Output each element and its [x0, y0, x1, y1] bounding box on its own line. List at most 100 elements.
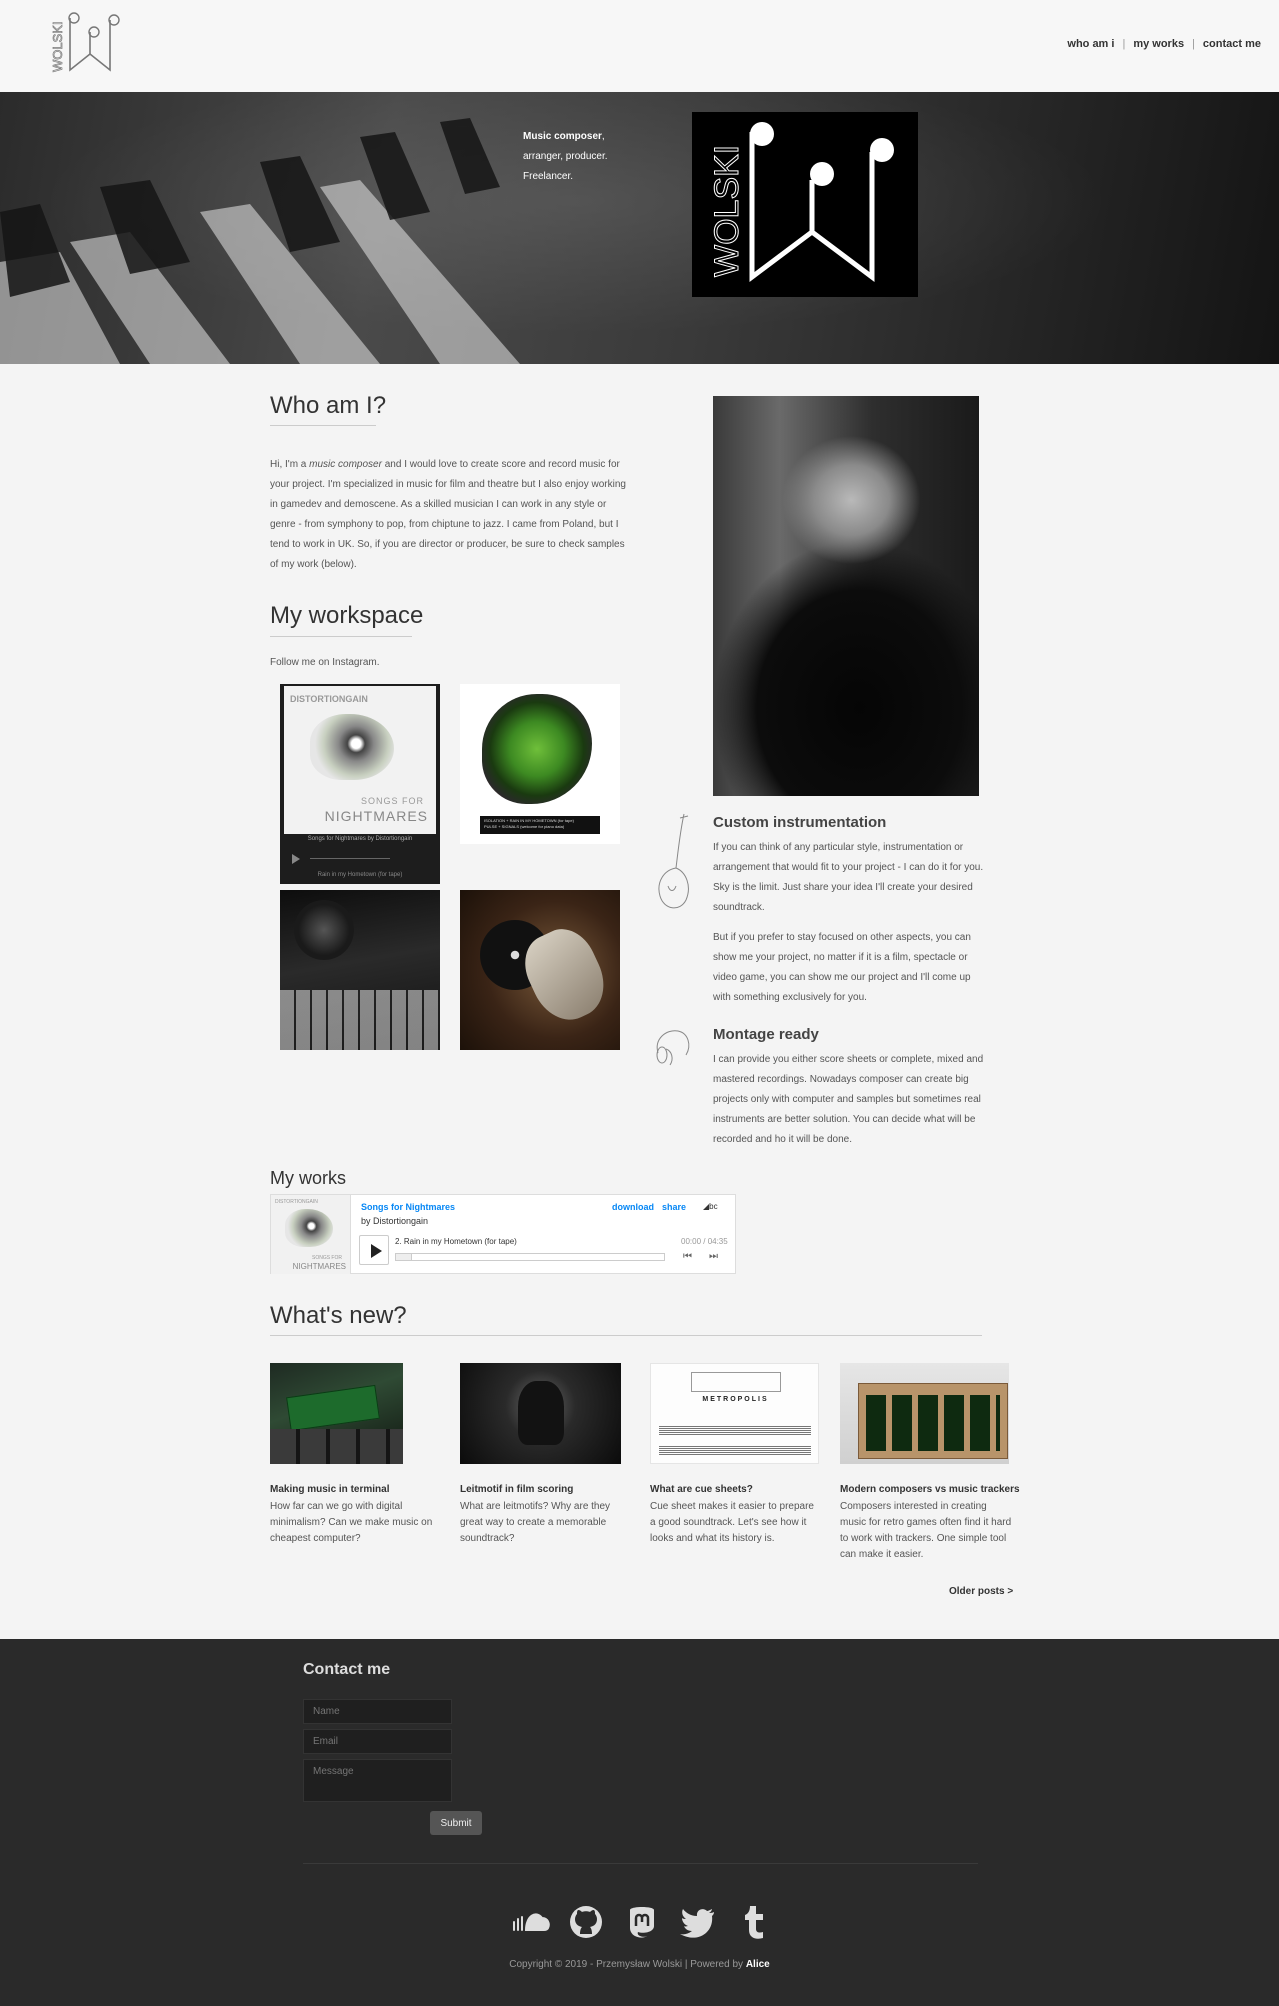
album-title-link[interactable]: Songs for Nightmares [361, 1202, 455, 1212]
wolski-logo-icon[interactable]: WOLSKI [50, 10, 126, 76]
email-field[interactable] [303, 1729, 452, 1754]
hero-logo-box: WOLSKI [692, 112, 918, 297]
svg-text:WOLSKI: WOLSKI [50, 21, 65, 72]
share-link[interactable]: share [662, 1202, 686, 1212]
sheet-title: METROPOLIS [702, 1396, 769, 1403]
who-am-i-heading: Who am I? [270, 392, 387, 419]
instagram-tile-leaf-cover[interactable]: ISOLATION + RAIN IN MY HOMETOWN (for tap… [460, 684, 620, 844]
github-icon[interactable] [566, 1904, 606, 1940]
album-nightmares: NIGHTMARES [324, 808, 428, 824]
track-time: 00:00 / 04:35 [681, 1237, 728, 1246]
post-title-trackers[interactable]: Modern composers vs music trackers [840, 1484, 1020, 1495]
copyright-text: Copyright © 2019 - Przemysław Wolski | P… [0, 1959, 1279, 1970]
nav-who-am-i[interactable]: who am i [1067, 38, 1114, 50]
instagram-tile-piano-photo[interactable] [280, 890, 440, 1050]
who-text-part: Hi, I'm a [270, 459, 310, 470]
older-posts-link[interactable]: Older posts > [949, 1586, 1013, 1597]
copyright-line: Copyright © 2019 - Przemysław Wolski | P… [509, 1959, 746, 1970]
download-link[interactable]: download [612, 1202, 654, 1212]
wolski-logo-large-icon: WOLSKI [708, 122, 894, 282]
player-cover-art[interactable]: DISTORTIONGAIN SONGS FOR NIGHTMARES [271, 1195, 351, 1274]
heading-underline [270, 636, 412, 637]
tumblr-icon[interactable] [734, 1904, 774, 1940]
post-excerpt-terminal: How far can we go with digital minimalis… [270, 1501, 433, 1544]
twitter-icon[interactable] [678, 1904, 718, 1940]
svg-text:WOLSKI: WOLSKI [708, 145, 746, 277]
cover-strip-line: PULSE + SIGNALS (welcome for piano data) [484, 824, 565, 829]
photo-detail [294, 900, 354, 960]
music-staff [659, 1426, 811, 1436]
album-art: DISTORTIONGAIN SONGS FOR NIGHTMARES [284, 686, 436, 834]
post-excerpt-leitmotif: What are leitmotifs? Why are they great … [460, 1501, 611, 1544]
bandcamp-player: DISTORTIONGAIN SONGS FOR NIGHTMARES Song… [270, 1194, 736, 1274]
hero-line1-tail: , [601, 131, 605, 142]
who-am-i-text: Hi, I'm a music composer and I would lov… [270, 455, 628, 575]
heading-underline [270, 1335, 982, 1336]
soundcloud-icon[interactable] [510, 1904, 550, 1940]
my-workspace-heading: My workspace [270, 602, 424, 629]
site-footer: Contact me Submit Copyright © 2019 - Prz… [0, 1639, 1279, 2006]
submit-button[interactable]: Submit [430, 1811, 482, 1835]
play-icon [371, 1244, 382, 1258]
post-excerpt-trackers: Composers interested in creating music f… [840, 1501, 1012, 1560]
footer-divider [303, 1863, 978, 1864]
keyboard-keys [270, 1429, 403, 1464]
custom-instrumentation-heading: Custom instrumentation [713, 814, 887, 831]
post-image-cue-sheets[interactable]: METROPOLIS [650, 1363, 819, 1464]
tile-caption: Songs for Nightmares by Distortiongain [307, 836, 413, 842]
previous-track-icon[interactable]: ⏮ [683, 1251, 692, 1262]
cover-label: DISTORTIONGAIN [275, 1199, 318, 1205]
track-title: 2. Rain in my Hometown (for tape) [395, 1237, 517, 1246]
nav-my-works[interactable]: my works [1133, 38, 1184, 50]
nav-separator: | [1192, 38, 1195, 50]
hero-line3: Freelancer. [523, 171, 574, 182]
montage-ready-heading: Montage ready [713, 1026, 819, 1043]
dark-figure [518, 1381, 564, 1445]
powered-by-link[interactable]: Alice [746, 1959, 770, 1970]
track-progress-bar[interactable] [395, 1253, 665, 1261]
bandcamp-logo-icon[interactable]: ◢bc [703, 1202, 718, 1211]
cover-songs-for: SONGS FOR [311, 1255, 342, 1261]
who-text-emphasis: music composer [309, 459, 382, 470]
composer-portrait [713, 396, 979, 796]
nav-contact-me[interactable]: contact me [1203, 38, 1261, 50]
music-staff [659, 1446, 811, 1456]
custom-instrumentation-text-1: If you can think of any particular style… [713, 842, 984, 913]
progress-knob[interactable] [396, 1254, 412, 1260]
post-image-trackers[interactable] [840, 1363, 1009, 1464]
contact-me-heading: Contact me [303, 1661, 391, 1678]
site-header: WOLSKI who am i | my works | contact me [0, 0, 1279, 92]
circuit-board [286, 1384, 380, 1432]
album-songs-for: SONGS FOR [360, 796, 424, 806]
hero-banner: Music composer, arranger, producer. Free… [0, 92, 1279, 364]
name-field[interactable] [303, 1699, 452, 1724]
play-button[interactable] [359, 1235, 389, 1265]
hero-line1-bold: Music composer [523, 131, 602, 142]
heading-underline [270, 425, 376, 426]
next-track-icon[interactable]: ⏭ [709, 1251, 718, 1262]
post-title-cue-sheets[interactable]: What are cue sheets? [650, 1484, 753, 1495]
post-title-leitmotif[interactable]: Leitmotif in film scoring [460, 1484, 573, 1495]
cover-strip: ISOLATION + RAIN IN MY HOMETOWN (for tap… [480, 816, 600, 834]
sheet-header-box [691, 1372, 781, 1392]
tile-caption-track: Rain in my Hometown (for tape) [317, 872, 403, 878]
who-text-part: and I would love to create score and rec… [270, 459, 626, 570]
headphones-icon [656, 1030, 690, 1066]
message-field[interactable] [303, 1759, 452, 1802]
social-links [510, 1904, 770, 1944]
photo-keys [280, 990, 440, 1050]
mini-player-bar [292, 854, 428, 864]
post-image-terminal[interactable] [270, 1363, 403, 1464]
hero-line2: arranger, producer. [523, 151, 608, 162]
leaf-art [482, 694, 592, 804]
post-image-leitmotif[interactable] [460, 1363, 621, 1464]
mastodon-icon[interactable] [622, 1904, 662, 1940]
post-title-terminal[interactable]: Making music in terminal [270, 1484, 389, 1495]
instagram-tile-songs-for-nightmares[interactable]: DISTORTIONGAIN SONGS FOR NIGHTMARES Song… [280, 684, 440, 884]
piano-keys-background [0, 118, 520, 364]
instagram-tile-bass-vinyl-photo[interactable] [460, 890, 620, 1050]
nav-separator: | [1122, 38, 1126, 50]
main-nav: who am i | my works | contact me [1067, 38, 1261, 50]
custom-instrumentation-text-2: But if you prefer to stay focused on oth… [713, 932, 971, 1003]
progress-line [310, 858, 390, 859]
